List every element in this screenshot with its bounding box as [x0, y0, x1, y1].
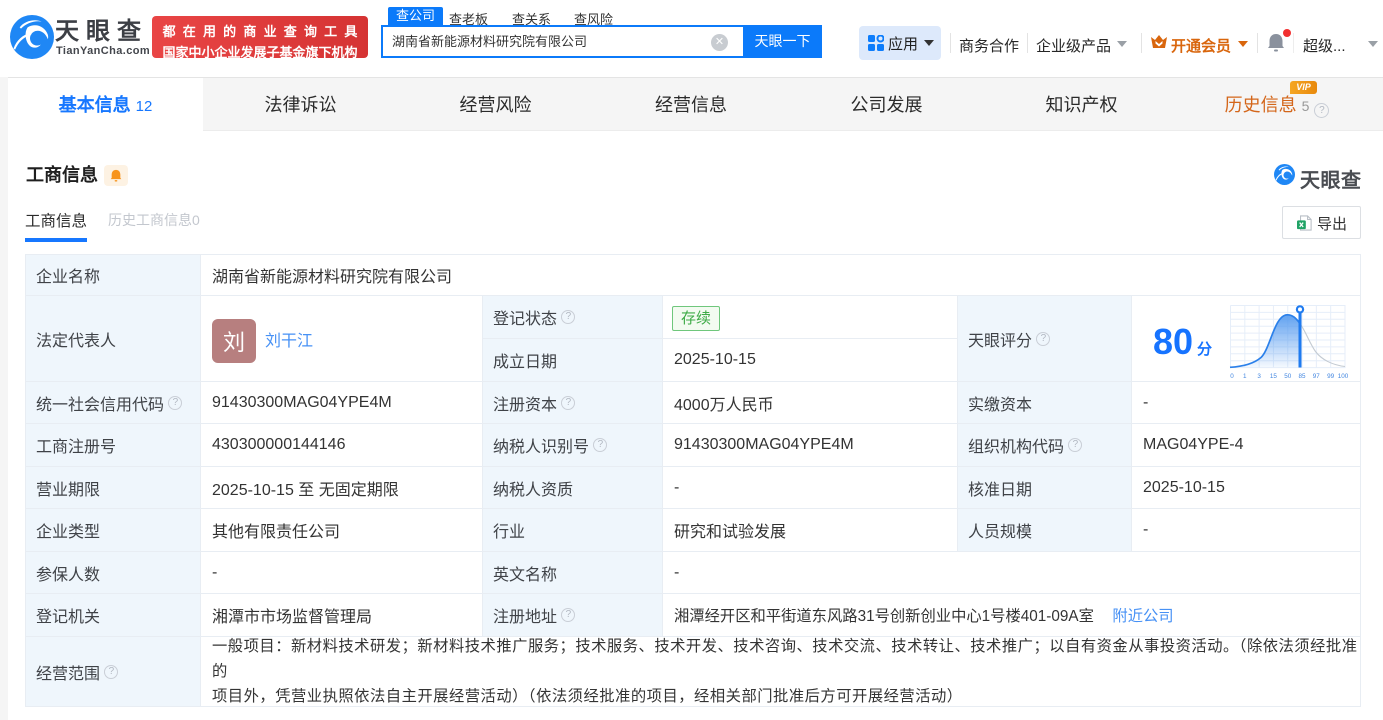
svg-text:100: 100 [1338, 373, 1349, 380]
svg-text:50: 50 [1284, 373, 1292, 380]
svg-text:0: 0 [1230, 373, 1234, 380]
svg-text:3: 3 [1257, 373, 1261, 380]
svg-text:99: 99 [1327, 373, 1335, 380]
svg-text:15: 15 [1270, 373, 1278, 380]
svg-text:97: 97 [1313, 373, 1321, 380]
svg-text:85: 85 [1298, 373, 1306, 380]
svg-text:1: 1 [1243, 373, 1247, 380]
